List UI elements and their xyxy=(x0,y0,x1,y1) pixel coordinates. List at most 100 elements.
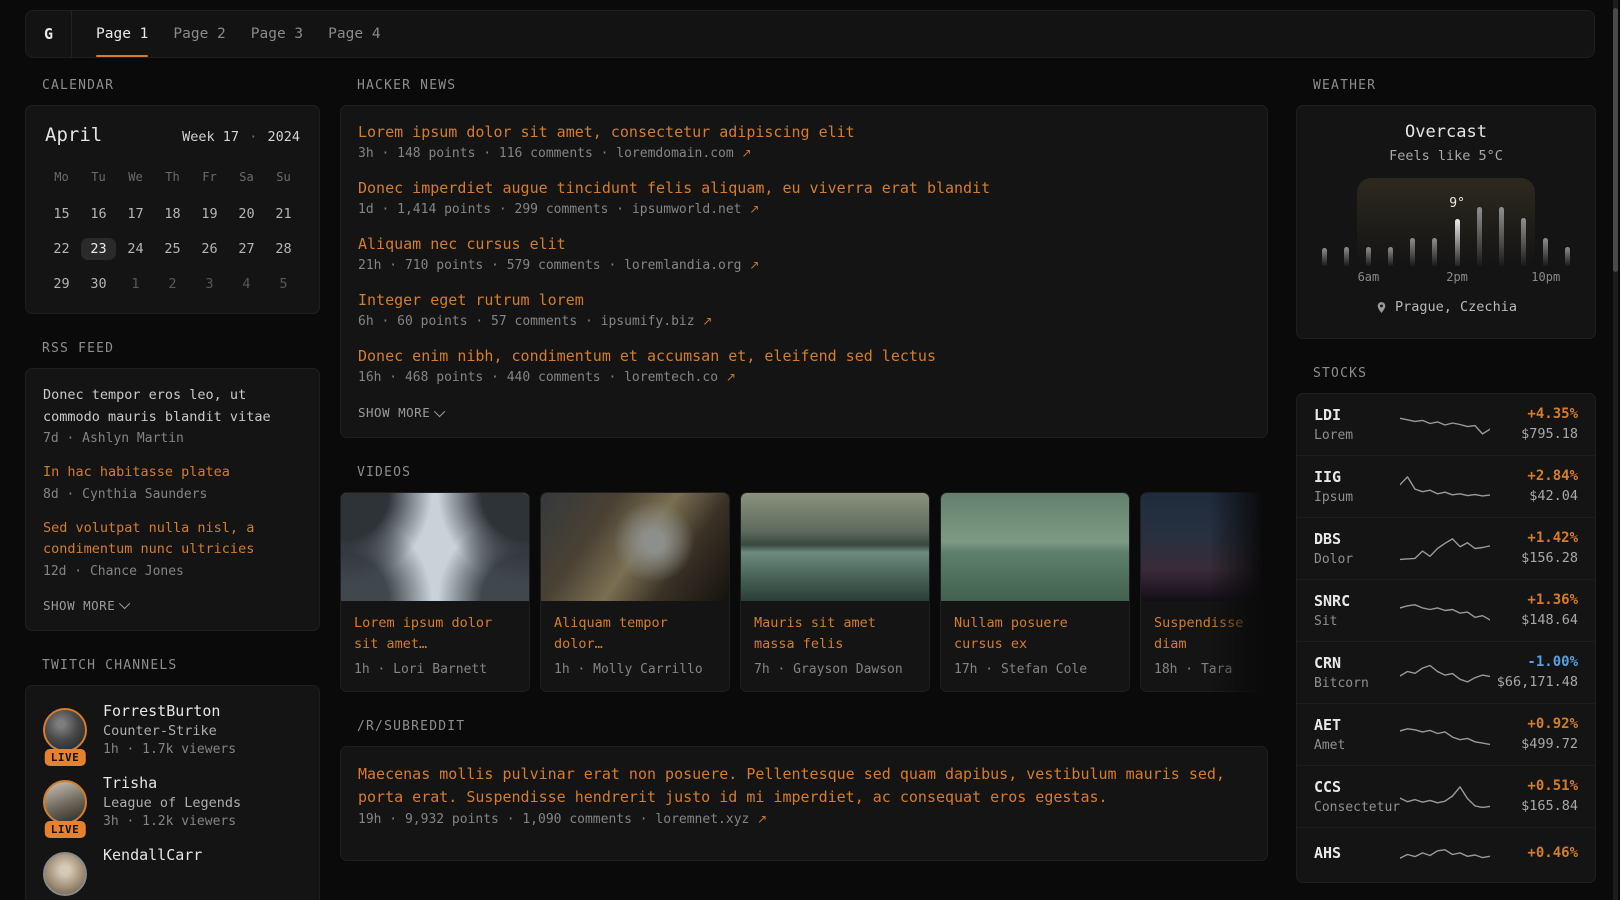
calendar-day: 19 xyxy=(191,201,228,227)
stock-row[interactable]: IIGIpsum +2.84%$42.04 xyxy=(1297,456,1595,518)
stock-row[interactable]: LDILorem +4.35%$795.18 xyxy=(1297,394,1595,456)
tab-page-3[interactable]: Page 3 xyxy=(251,11,303,57)
stock-change: +1.36% xyxy=(1490,592,1578,608)
calendar-day: 22 xyxy=(43,236,80,262)
right-column: WEATHER Overcast Feels like 5°C 9° 6am2p… xyxy=(1296,78,1596,900)
stock-ticker[interactable]: DBS xyxy=(1314,530,1400,548)
hackernews-card: Lorem ipsum dolor sit amet, consectetur … xyxy=(340,105,1268,438)
rss-show-more-button[interactable]: SHOW MORE xyxy=(43,598,130,613)
subreddit-post: Maecenas mollis pulvinar erat non posuer… xyxy=(358,763,1250,827)
hackernews-widget-title: HACKER NEWS xyxy=(357,78,1268,93)
hackernews-item-domain[interactable]: loremlandia.org xyxy=(624,258,741,273)
calendar-day: 17 xyxy=(117,201,154,227)
hackernews-item-title[interactable]: Donec imperdiet augue tincidunt felis al… xyxy=(358,178,1250,199)
weather-bar-slot xyxy=(1490,207,1512,266)
video-title[interactable]: Lorem ipsum dolor sit amet consectetu… xyxy=(354,613,516,654)
rss-item-title[interactable]: Donec tempor eros leo, ut commodo mauris… xyxy=(43,385,302,428)
calendar-day-next-month: 3 xyxy=(191,271,228,297)
show-more-label: SHOW MORE xyxy=(43,598,115,613)
twitch-channel-name[interactable]: KendallCarr xyxy=(103,846,202,864)
video-thumbnail xyxy=(341,493,529,601)
tab-page-1[interactable]: Page 1 xyxy=(96,11,148,57)
stock-ticker[interactable]: CRN xyxy=(1314,654,1400,672)
stock-sparkline xyxy=(1400,719,1490,749)
video-title[interactable]: Nullam posuere cursus ex xyxy=(954,613,1116,654)
stock-ticker[interactable]: IIG xyxy=(1314,468,1400,486)
weather-bar-slot xyxy=(1357,247,1379,266)
weather-bar xyxy=(1366,247,1371,266)
stock-row[interactable]: DBSDolor +1.42%$156.28 xyxy=(1297,518,1595,580)
stock-change: +1.42% xyxy=(1490,530,1578,546)
stock-change: +0.92% xyxy=(1490,716,1578,732)
stock-row[interactable]: SNRCSit +1.36%$148.64 xyxy=(1297,580,1595,642)
twitch-channel[interactable]: LIVE Trisha League of Legends 3h · 1.2k … xyxy=(43,774,302,829)
stock-row[interactable]: AHS +0.46% xyxy=(1297,828,1595,882)
avatar xyxy=(43,780,87,824)
page-scrollbar[interactable] xyxy=(1613,8,1618,272)
hackernews-item-title[interactable]: Lorem ipsum dolor sit amet, consectetur … xyxy=(358,122,1250,143)
calendar-day-header: Fr xyxy=(191,164,228,190)
hackernews-item-domain[interactable]: ipsumify.biz xyxy=(601,314,695,329)
hackernews-item-title[interactable]: Donec enim nibh, condimentum et accumsan… xyxy=(358,346,1250,367)
separator-dot: · xyxy=(247,129,259,145)
video-body: Suspendisse diam 18h · Tara xyxy=(1141,601,1268,691)
weather-bar xyxy=(1410,238,1415,266)
calendar-day: 24 xyxy=(117,236,154,262)
stock-change: +0.51% xyxy=(1490,778,1578,794)
subreddit-post-title[interactable]: Maecenas mollis pulvinar erat non posuer… xyxy=(358,763,1250,809)
stock-ticker[interactable]: SNRC xyxy=(1314,592,1400,610)
calendar-year: 2024 xyxy=(267,129,300,145)
twitch-channel[interactable]: KendallCarr xyxy=(43,846,302,896)
video-title[interactable]: Suspendisse diam xyxy=(1154,613,1268,654)
stock-ticker[interactable]: CCS xyxy=(1314,778,1400,796)
external-link-icon: ↗ xyxy=(742,146,752,160)
hackernews-item-domain[interactable]: loremdomain.com xyxy=(616,146,733,161)
video-title[interactable]: Aliquam tempor dolor nec pharetra… xyxy=(554,613,716,654)
tab-page-4[interactable]: Page 4 xyxy=(328,11,380,57)
weather-bar-slot xyxy=(1424,238,1446,266)
stock-row[interactable]: CRNBitcorn -1.00%$66,171.48 xyxy=(1297,642,1595,704)
rss-item-title[interactable]: In hac habitasse platea xyxy=(43,462,302,484)
twitch-channel-category[interactable]: Counter-Strike xyxy=(103,723,236,739)
weather-bar xyxy=(1477,207,1482,266)
calendar-week: Week 17 · 2024 xyxy=(182,129,300,145)
rss-item-title[interactable]: Sed volutpat nulla nisl, a condimentum n… xyxy=(43,518,302,561)
twitch-channel-category[interactable]: League of Legends xyxy=(103,795,241,811)
tab-page-2[interactable]: Page 2 xyxy=(173,11,225,57)
video-card[interactable]: Mauris sit amet massa felis 7h · Grayson… xyxy=(740,492,930,692)
weather-hour-labels: 6am2pm10pm xyxy=(1313,270,1579,285)
video-card[interactable]: Aliquam tempor dolor nec pharetra… 1h · … xyxy=(540,492,730,692)
stock-row[interactable]: AETAmet +0.92%$499.72 xyxy=(1297,704,1595,766)
calendar-week-label: Week xyxy=(182,129,215,145)
video-card[interactable]: Nullam posuere cursus ex 17h · Stefan Co… xyxy=(940,492,1130,692)
app-logo[interactable]: G xyxy=(26,11,72,57)
stock-price: $66,171.48 xyxy=(1490,674,1578,690)
hackernews-item-domain[interactable]: loremtech.co xyxy=(624,370,718,385)
map-pin-icon xyxy=(1375,301,1388,314)
twitch-channel-info: KendallCarr xyxy=(103,846,202,896)
video-thumbnail xyxy=(741,493,929,601)
hackernews-item-domain[interactable]: ipsumworld.net xyxy=(632,202,742,217)
calendar-day: 30 xyxy=(80,271,117,297)
twitch-channel[interactable]: LIVE ForrestBurton Counter-Strike 1h · 1… xyxy=(43,702,302,757)
video-card[interactable]: Suspendisse diam 18h · Tara xyxy=(1140,492,1268,692)
hackernews-item-title[interactable]: Integer eget rutrum lorem xyxy=(358,290,1250,311)
twitch-channel-meta: 1h · 1.7k viewers xyxy=(103,742,236,757)
twitch-channel-name[interactable]: Trisha xyxy=(103,774,241,792)
hackernews-show-more-button[interactable]: SHOW MORE xyxy=(358,405,445,420)
weather-bar xyxy=(1543,238,1548,266)
calendar-day-selected: 23 xyxy=(80,236,117,262)
stock-ticker[interactable]: AHS xyxy=(1314,844,1400,862)
calendar-day-next-month: 4 xyxy=(228,271,265,297)
stock-ticker[interactable]: AET xyxy=(1314,716,1400,734)
twitch-channel-name[interactable]: ForrestBurton xyxy=(103,702,236,720)
stock-ticker[interactable]: LDI xyxy=(1314,406,1400,424)
subreddit-post-domain[interactable]: loremnet.xyz xyxy=(655,812,749,827)
stock-row[interactable]: CCSConsectetur +0.51%$165.84 xyxy=(1297,766,1595,828)
calendar-day: 16 xyxy=(80,201,117,227)
video-card[interactable]: Lorem ipsum dolor sit amet consectetu… 1… xyxy=(340,492,530,692)
video-title[interactable]: Mauris sit amet massa felis xyxy=(754,613,916,654)
hackernews-item: Donec enim nibh, condimentum et accumsan… xyxy=(358,346,1250,385)
hackernews-item-title[interactable]: Aliquam nec cursus elit xyxy=(358,234,1250,255)
stocks-widget-title: STOCKS xyxy=(1313,366,1596,381)
